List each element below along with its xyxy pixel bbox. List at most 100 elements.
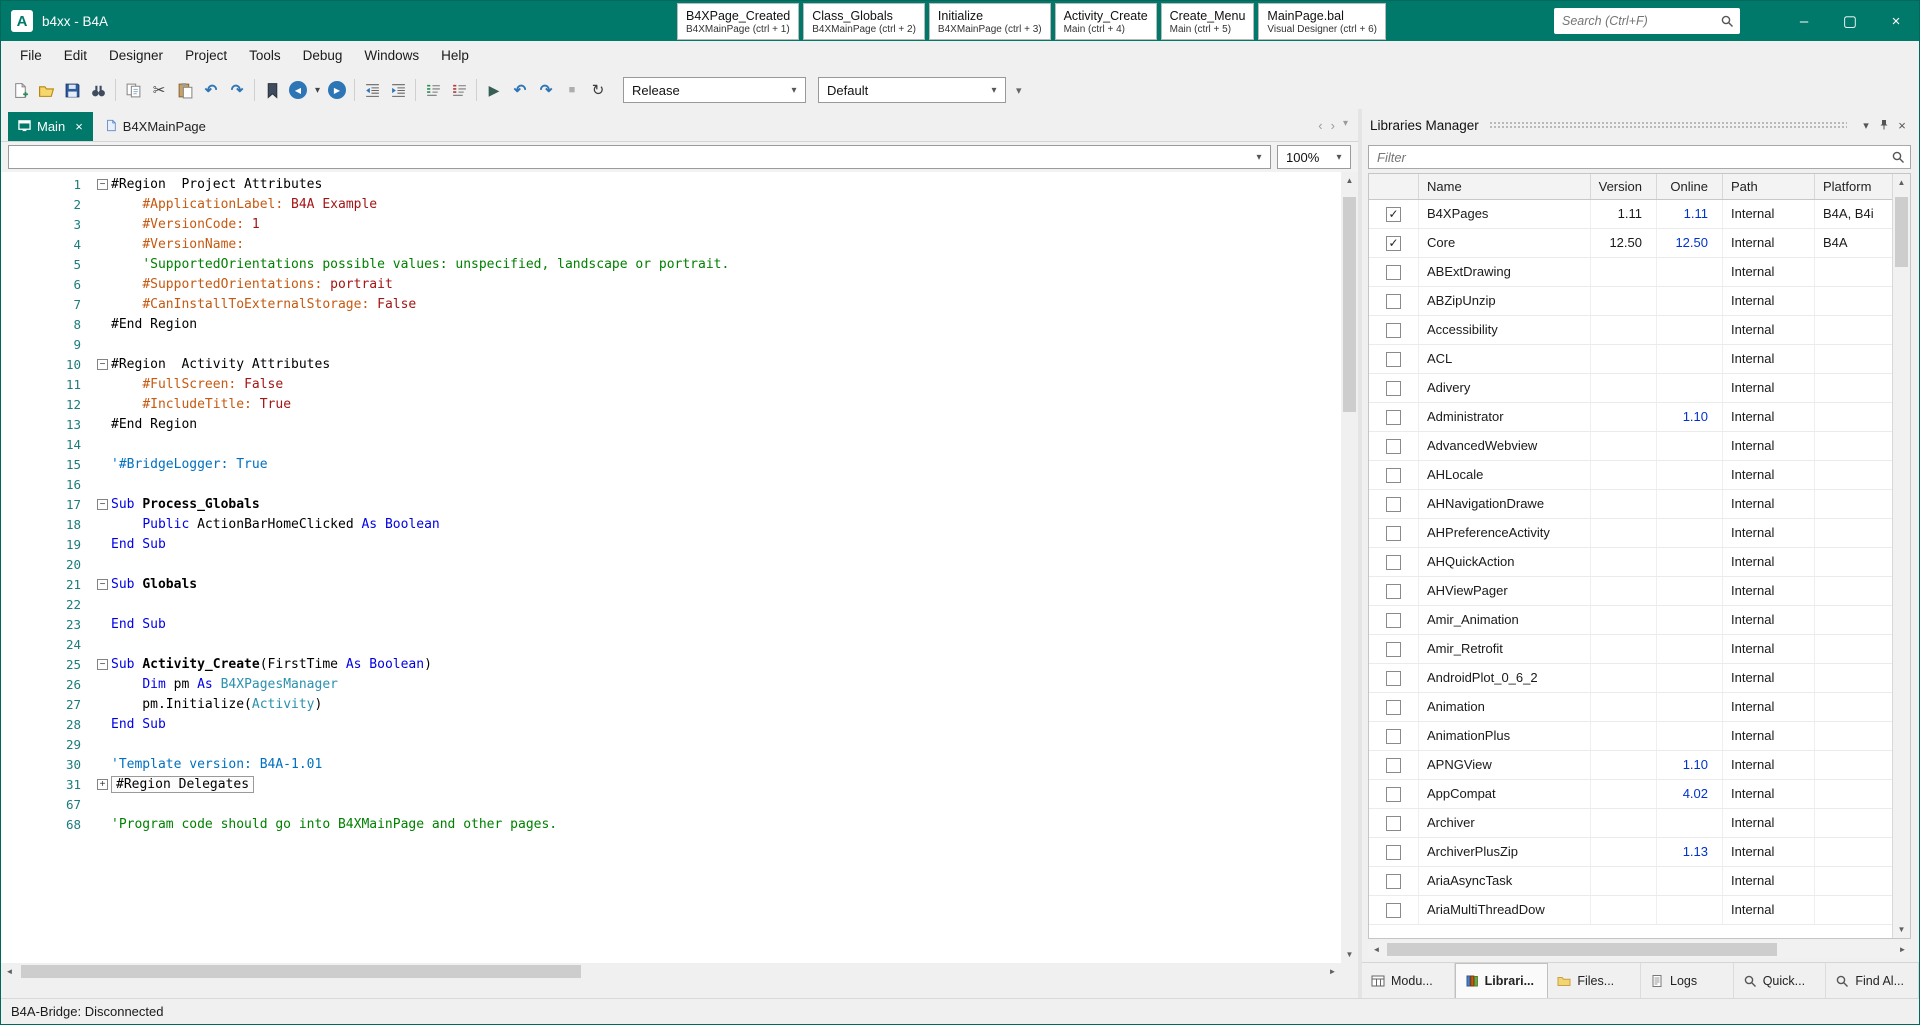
library-checkbox[interactable]: [1386, 757, 1401, 773]
column-header-name[interactable]: Name: [1419, 174, 1591, 199]
zoom-combo[interactable]: 100% ▾: [1277, 145, 1351, 169]
fold-collapse-icon[interactable]: −: [85, 655, 111, 675]
line-number[interactable]: 22: [1, 595, 85, 615]
code-line[interactable]: 19 End Sub: [1, 535, 1341, 555]
library-row[interactable]: Amir_Retrofit Internal: [1369, 635, 1892, 664]
library-row[interactable]: Animation Internal: [1369, 693, 1892, 722]
library-checkbox[interactable]: [1386, 699, 1401, 715]
line-number[interactable]: 17: [1, 495, 85, 515]
panel-position-icon[interactable]: ▾: [1857, 119, 1875, 132]
library-row[interactable]: Amir_Animation Internal: [1369, 606, 1892, 635]
line-number[interactable]: 13: [1, 415, 85, 435]
panel-tab-quick[interactable]: Quick...: [1734, 963, 1827, 998]
fold-collapse-icon[interactable]: −: [85, 175, 111, 195]
library-row[interactable]: AriaMultiThreadDow Internal: [1369, 896, 1892, 925]
library-online-version[interactable]: 4.02: [1657, 780, 1723, 808]
editor-vertical-scrollbar[interactable]: ▲ ▼: [1341, 172, 1358, 963]
panel-tab-librari[interactable]: Librari...: [1454, 963, 1549, 998]
code-line[interactable]: 16: [1, 475, 1341, 495]
stop-icon[interactable]: ■: [559, 77, 585, 103]
library-checkbox[interactable]: [1386, 467, 1401, 483]
build-configuration-combo[interactable]: Release ▾: [623, 77, 806, 103]
menu-designer[interactable]: Designer: [98, 41, 174, 71]
conditional-symbols-combo[interactable]: Default ▾: [818, 77, 1006, 103]
library-checkbox[interactable]: [1386, 264, 1401, 280]
code-line[interactable]: 15 '#BridgeLogger: True: [1, 455, 1341, 475]
library-row[interactable]: AHQuickAction Internal: [1369, 548, 1892, 577]
library-row[interactable]: Archiver Internal: [1369, 809, 1892, 838]
column-header-online[interactable]: Online: [1657, 174, 1723, 199]
back-history-dropdown-icon[interactable]: ▾: [311, 77, 324, 103]
line-number[interactable]: 31: [1, 775, 85, 795]
scrollbar-thumb[interactable]: [1895, 197, 1908, 267]
line-number[interactable]: 25: [1, 655, 85, 675]
scrollbar-track[interactable]: [1893, 191, 1910, 921]
tab-scroll-right-icon[interactable]: ›: [1331, 118, 1335, 133]
code-line[interactable]: 67: [1, 795, 1341, 815]
menu-project[interactable]: Project: [174, 41, 238, 71]
code-line[interactable]: 27 pm.Initialize(Activity): [1, 695, 1341, 715]
library-row[interactable]: AHViewPager Internal: [1369, 577, 1892, 606]
cut-icon[interactable]: ✂: [146, 77, 172, 103]
line-number[interactable]: 23: [1, 615, 85, 635]
library-checkbox[interactable]: [1386, 554, 1401, 570]
column-checkbox-header[interactable]: [1369, 174, 1419, 199]
library-checkbox[interactable]: [1386, 728, 1401, 744]
library-row[interactable]: AnimationPlus Internal: [1369, 722, 1892, 751]
library-checkbox[interactable]: [1386, 293, 1401, 309]
code-lines[interactable]: 1− #Region Project Attributes 2 #Applicati…: [1, 172, 1341, 963]
code-line[interactable]: 3 #VersionCode: 1: [1, 215, 1341, 235]
line-number[interactable]: 7: [1, 295, 85, 315]
fold-collapse-icon[interactable]: −: [85, 495, 111, 515]
search-input[interactable]: [1562, 14, 1720, 28]
library-checkbox[interactable]: [1386, 583, 1401, 599]
library-checkbox[interactable]: [1386, 612, 1401, 628]
library-online-version[interactable]: 1.10: [1657, 403, 1723, 431]
code-line[interactable]: 8 #End Region: [1, 315, 1341, 335]
tab-list-dropdown-icon[interactable]: ▾: [1343, 118, 1348, 133]
code-line[interactable]: 7 #CanInstallToExternalStorage: False: [1, 295, 1341, 315]
quick-tab-3[interactable]: Initialize B4XMainPage (ctrl + 3): [928, 3, 1051, 40]
close-button[interactable]: ×: [1873, 1, 1919, 41]
library-online-version[interactable]: 1.13: [1657, 838, 1723, 866]
library-checkbox[interactable]: [1386, 409, 1401, 425]
line-number[interactable]: 1: [1, 175, 85, 195]
quick-tab-2[interactable]: Class_Globals B4XMainPage (ctrl + 2): [803, 3, 925, 40]
maximize-button[interactable]: ▢: [1827, 1, 1873, 41]
scroll-down-icon[interactable]: ▼: [1893, 921, 1910, 938]
library-checkbox[interactable]: [1386, 438, 1401, 454]
scroll-up-icon[interactable]: ▲: [1341, 172, 1358, 189]
line-number[interactable]: 68: [1, 815, 85, 835]
column-header-platform[interactable]: Platform: [1815, 174, 1892, 199]
step-over-icon[interactable]: ↷: [533, 77, 559, 103]
column-header-path[interactable]: Path: [1723, 174, 1815, 199]
library-row[interactable]: Administrator 1.10 Internal: [1369, 403, 1892, 432]
line-number[interactable]: 10: [1, 355, 85, 375]
code-line[interactable]: 4 #VersionName:: [1, 235, 1341, 255]
navigate-back-icon[interactable]: ◀: [285, 77, 311, 103]
editor-tab-main[interactable]: Main ×: [8, 112, 93, 141]
library-checkbox[interactable]: [1386, 641, 1401, 657]
library-checkbox[interactable]: [1386, 670, 1401, 686]
library-row[interactable]: AndroidPlot_0_6_2 Internal: [1369, 664, 1892, 693]
line-number[interactable]: 11: [1, 375, 85, 395]
quick-tab-5[interactable]: Create_Menu Main (ctrl + 5): [1160, 3, 1255, 40]
code-line[interactable]: 20: [1, 555, 1341, 575]
outdent-icon[interactable]: [359, 77, 385, 103]
quick-tab-6[interactable]: MainPage.bal Visual Designer (ctrl + 6): [1258, 3, 1386, 40]
panel-tab-logs[interactable]: Logs: [1641, 963, 1734, 998]
library-checkbox[interactable]: [1386, 815, 1401, 831]
fold-collapse-icon[interactable]: −: [85, 355, 111, 375]
library-row[interactable]: AHPreferenceActivity Internal: [1369, 519, 1892, 548]
library-row[interactable]: ✓ B4XPages 1.11 1.11 Internal B4A, B4i: [1369, 200, 1892, 229]
scrollbar-track[interactable]: [1341, 189, 1358, 946]
library-row[interactable]: ABZipUnzip Internal: [1369, 287, 1892, 316]
library-checkbox[interactable]: [1386, 322, 1401, 338]
library-online-version[interactable]: 12.50: [1657, 229, 1723, 257]
code-line[interactable]: 14: [1, 435, 1341, 455]
code-line[interactable]: 11 #FullScreen: False: [1, 375, 1341, 395]
code-line[interactable]: 13 #End Region: [1, 415, 1341, 435]
scrollbar-track[interactable]: [18, 963, 1324, 980]
menu-tools[interactable]: Tools: [238, 41, 292, 71]
code-line[interactable]: 1− #Region Project Attributes: [1, 175, 1341, 195]
